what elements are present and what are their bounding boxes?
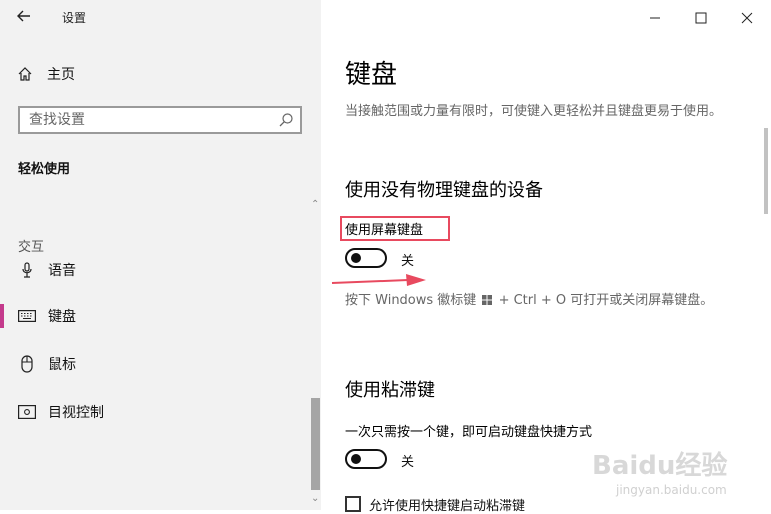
maximize-icon[interactable]: [691, 8, 711, 28]
sidebar-item-home[interactable]: 主页: [17, 64, 75, 84]
eye-control-icon: [17, 405, 37, 419]
minimize-icon[interactable]: [645, 8, 665, 28]
page-description: 当接触范围或力量有限时，可使键入更轻松并且键盘更易于使用。: [345, 104, 723, 119]
page-title: 键盘: [345, 60, 398, 90]
annotation-arrow: [331, 274, 426, 286]
sticky-keys-toggle[interactable]: [345, 449, 387, 469]
section-title-sticky-keys: 使用粘滞键: [345, 380, 435, 401]
sidebar-scrollbar-thumb[interactable]: [311, 398, 320, 490]
back-arrow-icon[interactable]: [16, 8, 34, 26]
sidebar-item-label: 鼠标: [48, 357, 76, 373]
toggle-knob: [351, 253, 361, 263]
search-input[interactable]: [20, 108, 269, 132]
hint-prefix: 按下 Windows 徽标键: [345, 293, 477, 308]
highlight-box: [340, 216, 450, 241]
category-title: 轻松使用: [18, 162, 71, 177]
sidebar-item-speech[interactable]: 语音: [0, 252, 310, 288]
content-scrollbar[interactable]: [764, 128, 768, 214]
home-icon: [17, 66, 33, 82]
onscreen-keyboard-hint: 按下 Windows 徽标键 + Ctrl + O 可打开或关闭屏幕键盘。: [345, 290, 745, 311]
sidebar-item-label: 目视控制: [48, 405, 104, 421]
content-pane: 键盘 当接触范围或力量有限时，可使键入更轻松并且键盘更易于使用。 使用没有物理键…: [321, 0, 771, 514]
toggle-knob: [351, 454, 361, 464]
section-title-no-keyboard: 使用没有物理键盘的设备: [345, 180, 543, 201]
search-box[interactable]: [18, 106, 302, 134]
sidebar-item-mouse[interactable]: 鼠标: [0, 346, 310, 382]
sidebar-item-label: 键盘: [48, 309, 76, 325]
hint-suffix: + Ctrl + O 可打开或关闭屏幕键盘。: [498, 293, 714, 308]
home-label: 主页: [47, 67, 75, 83]
sidebar-item-keyboard[interactable]: 键盘: [0, 298, 310, 334]
sidebar-item-label: 语音: [48, 263, 76, 279]
close-icon[interactable]: [737, 8, 757, 28]
app-title: 设置: [62, 11, 87, 25]
microphone-icon: [17, 262, 37, 278]
windows-logo-icon: [482, 291, 493, 305]
sticky-keys-state: 关: [401, 455, 415, 470]
search-icon[interactable]: [278, 112, 294, 132]
onscreen-keyboard-state: 关: [401, 254, 415, 269]
scroll-down-icon[interactable]: ⌄: [311, 494, 319, 504]
sidebar-item-eye-control[interactable]: 目视控制: [0, 394, 310, 430]
scroll-up-icon[interactable]: ⌃: [311, 200, 319, 210]
onscreen-keyboard-toggle[interactable]: [345, 248, 387, 268]
sticky-keys-description: 一次只需按一个键，即可启动键盘快捷方式: [345, 425, 593, 440]
sticky-shortcut-label: 允许使用快捷键启动粘滞键: [369, 499, 526, 514]
keyboard-icon: [17, 310, 37, 322]
settings-sidebar: 设置 主页 轻松使用 ⌃ 交互 语音 键盘 鼠标: [0, 0, 321, 510]
mouse-icon: [17, 355, 37, 373]
